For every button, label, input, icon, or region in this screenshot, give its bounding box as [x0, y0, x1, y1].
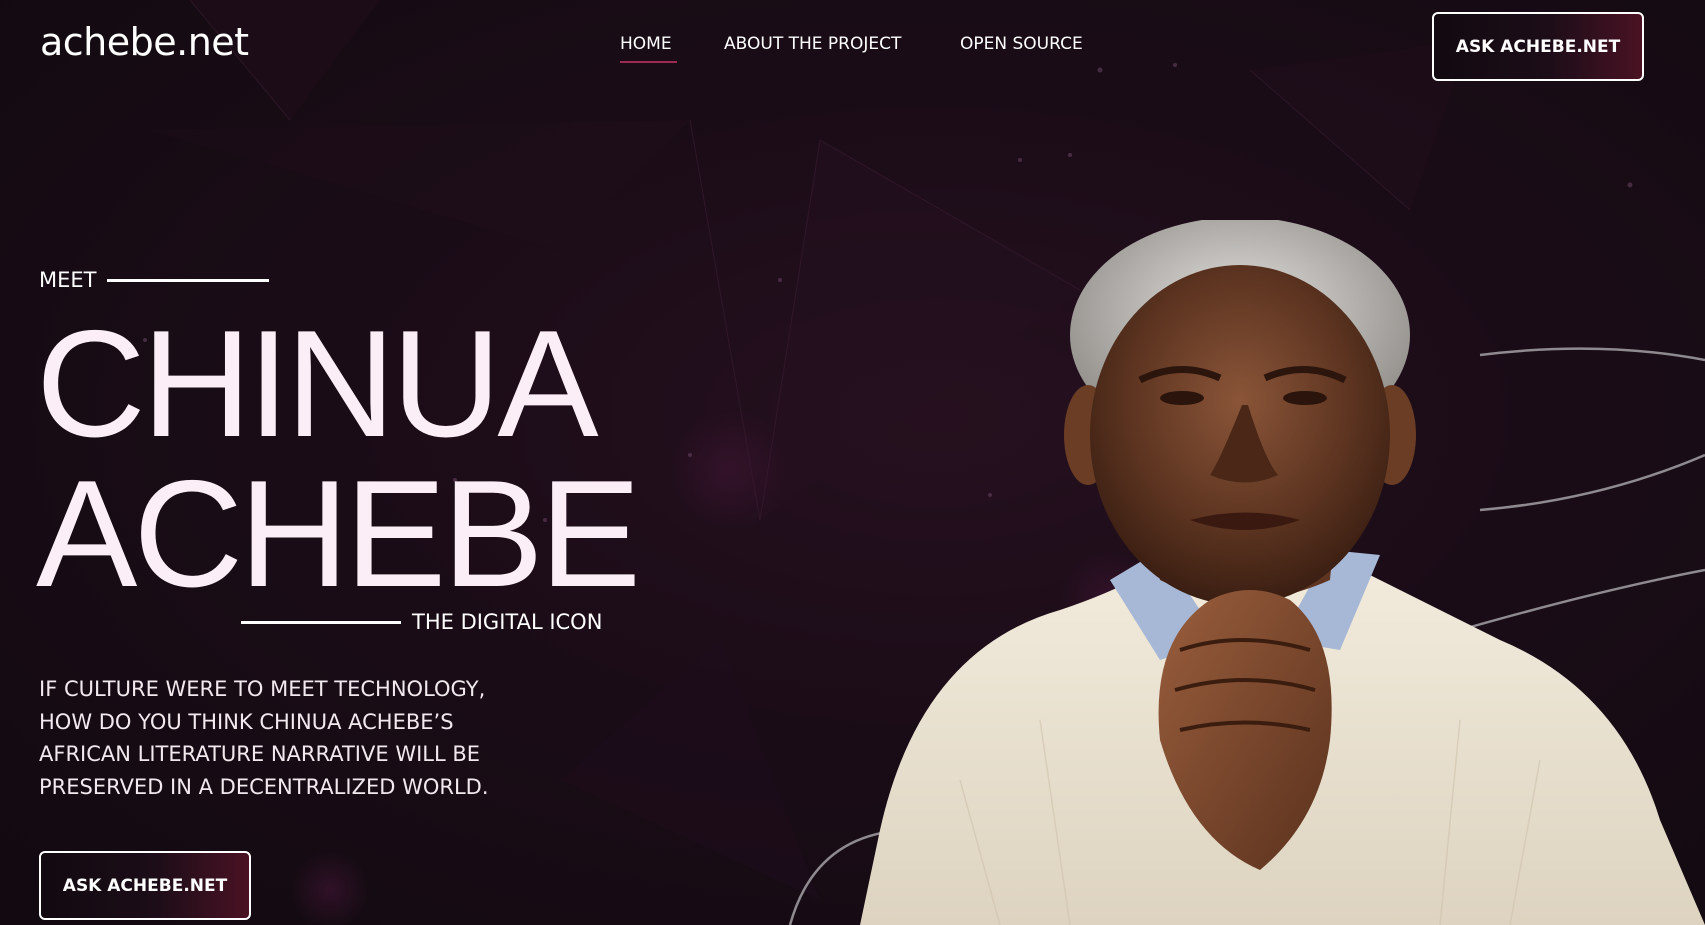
- site-logo[interactable]: achebe.net: [40, 20, 249, 64]
- hero-title-first-name: CHINUA: [36, 299, 599, 469]
- nav-about-the-project[interactable]: ABOUT THE PROJECT: [724, 34, 901, 54]
- tagline-line: AFRICAN LITERATURE NARRATIVE WILL BE: [39, 742, 481, 766]
- tagline-line: PRESERVED IN A DECENTRALIZED WORLD.: [39, 774, 489, 799]
- subtitle-row: THE DIGITAL ICON: [241, 610, 602, 634]
- tagline-line: IF CULTURE WERE TO MEET TECHNOLOGY,: [39, 677, 486, 701]
- eyebrow-divider: [107, 278, 270, 282]
- subtitle-divider: [241, 620, 401, 624]
- tagline-line: HOW DO YOU THINK CHINUA ACHEBE’S: [39, 709, 454, 734]
- hero-subtitle: THE DIGITAL ICON: [412, 610, 603, 634]
- ask-achebe-hero-button[interactable]: ASK ACHEBE.NET: [39, 851, 251, 920]
- eyebrow-label: MEET: [39, 268, 97, 292]
- ask-achebe-header-button[interactable]: ASK ACHEBE.NET: [1432, 12, 1644, 81]
- hero-tagline: IF CULTURE WERE TO MEET TECHNOLOGY, HOW …: [39, 673, 559, 803]
- active-nav-underline: [620, 61, 677, 63]
- nav-home[interactable]: HOME: [620, 34, 672, 54]
- hero-title-last-name: ACHEBE: [36, 449, 641, 619]
- eyebrow-row: MEET: [39, 268, 270, 292]
- nav-open-source[interactable]: OPEN SOURCE: [960, 34, 1083, 54]
- chinua-achebe-portrait: [860, 220, 1705, 925]
